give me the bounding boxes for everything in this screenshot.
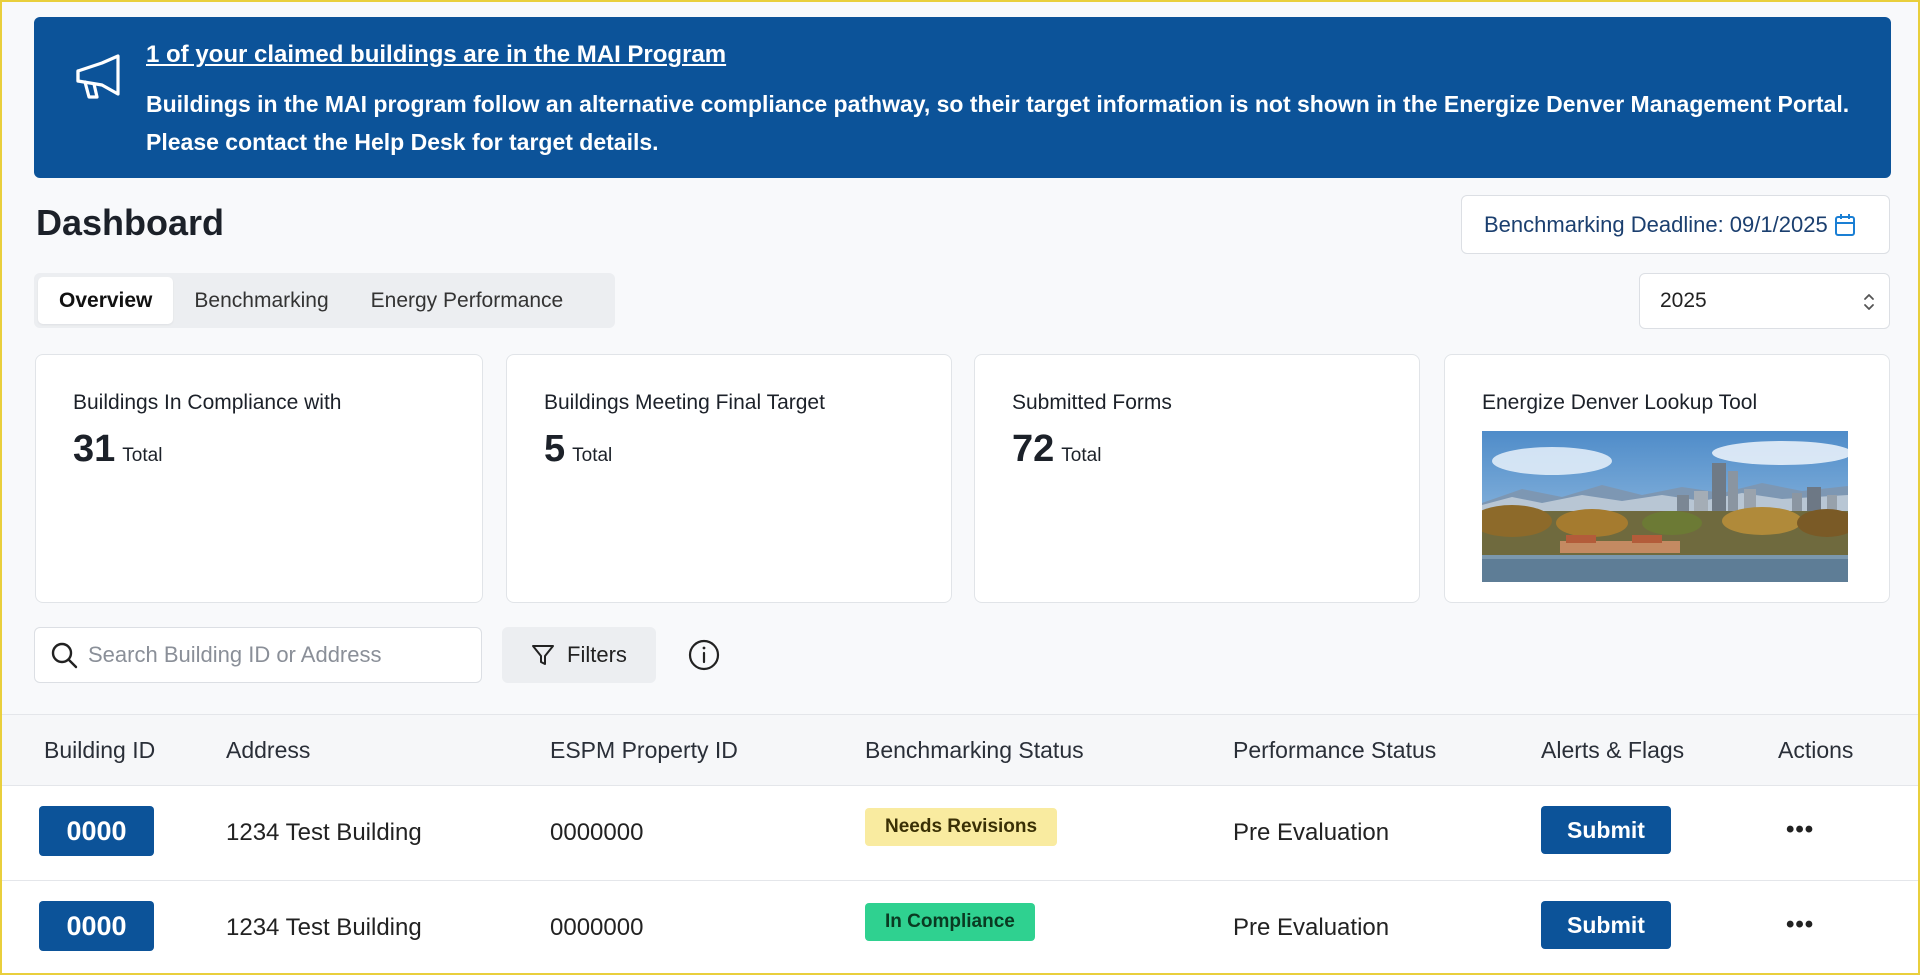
card-number: 31 [73,428,116,470]
card-buildings-in-compliance: Buildings In Compliance with 31 Total [35,354,483,603]
chevron-up-down-icon [1864,294,1874,310]
app-frame: 1 of your claimed buildings are in the M… [0,0,1920,975]
banner-link[interactable]: 1 of your claimed buildings are in the M… [146,41,726,69]
card-number: 5 [544,428,566,470]
column-header-benchmarking-status[interactable]: Benchmarking Status [865,737,1084,764]
card-label: Submitted Forms [1012,391,1172,414]
card-submitted-forms: Submitted Forms 72 Total [974,354,1420,603]
card-buildings-meeting-final-target: Buildings Meeting Final Target 5 Total [506,354,952,603]
dashboard-tabs: Overview Benchmarking Energy Performance [34,273,615,328]
column-header-performance-status[interactable]: Performance Status [1233,737,1436,764]
filters-button[interactable]: Filters [502,627,656,683]
filter-icon [532,645,555,665]
page-title: Dashboard [36,202,225,243]
espm-id-cell: 0000000 [550,914,644,941]
performance-status-cell: Pre Evaluation [1233,914,1390,941]
year-select[interactable]: 2025 [1639,273,1890,329]
card-unit: Total [572,445,613,466]
performance-status-cell: Pre Evaluation [1233,819,1390,846]
table-row: 0000 1234 Test Building 0000000 In Compl… [2,881,1918,973]
denver-skyline-illustration [1482,431,1848,582]
column-header-espm-property-id[interactable]: ESPM Property ID [550,737,738,764]
column-header-address[interactable]: Address [226,737,310,764]
filters-label: Filters [567,642,627,667]
espm-id-cell: 0000000 [550,819,644,846]
banner-message: Buildings in the MAI program follow an a… [146,91,1850,155]
tab-energy-performance[interactable]: Energy Performance [350,277,585,324]
tab-benchmarking[interactable]: Benchmarking [173,277,349,324]
search-input[interactable] [88,642,468,668]
card-number: 72 [1012,428,1055,470]
more-actions-icon[interactable]: ••• [1786,816,1814,844]
card-value: 5 Total [544,428,612,471]
address-cell: 1234 Test Building [226,819,422,846]
card-value: 31 Total [73,428,162,471]
megaphone-icon [76,54,120,99]
card-unit: Total [1061,445,1102,466]
address-cell: 1234 Test Building [226,914,422,941]
card-label: Energize Denver Lookup Tool [1482,391,1758,414]
column-header-building-id[interactable]: Building ID [44,737,155,764]
deadline-label: Benchmarking Deadline: 09/1/2025 [1484,211,1828,237]
submit-button[interactable]: Submit [1541,901,1671,949]
year-value: 2025 [1660,289,1707,312]
card-label: Buildings Meeting Final Target [544,391,825,414]
card-label: Buildings In Compliance with [73,391,342,414]
benchmarking-deadline-button[interactable]: Benchmarking Deadline: 09/1/2025 [1461,195,1890,254]
card-energize-denver-lookup-tool[interactable]: Energize Denver Lookup Tool [1444,354,1890,603]
benchmarking-status-badge: In Compliance [865,903,1035,941]
info-icon[interactable] [688,639,720,671]
calendar-icon [1834,213,1855,236]
denver-skyline-image[interactable] [1482,431,1848,582]
benchmarking-status-badge: Needs Revisions [865,808,1058,846]
building-id-link[interactable]: 0000 [39,806,154,856]
buildings-table: Building ID Address ESPM Property ID Ben… [2,714,1918,973]
search-icon [51,642,78,669]
card-unit: Total [122,445,163,466]
table-row: 0000 1234 Test Building 0000000 Needs Re… [2,786,1918,881]
column-header-alerts-flags[interactable]: Alerts & Flags [1541,737,1684,764]
building-id-link[interactable]: 0000 [39,901,154,951]
more-actions-icon[interactable]: ••• [1786,911,1814,939]
submit-button[interactable]: Submit [1541,806,1671,854]
tab-overview[interactable]: Overview [38,277,174,324]
card-value: 72 Total [1012,428,1101,471]
column-header-actions: Actions [1778,737,1854,763]
search-box[interactable] [34,627,482,683]
mai-program-banner: 1 of your claimed buildings are in the M… [34,17,1891,178]
table-header: Building ID Address ESPM Property ID Ben… [2,714,1918,786]
